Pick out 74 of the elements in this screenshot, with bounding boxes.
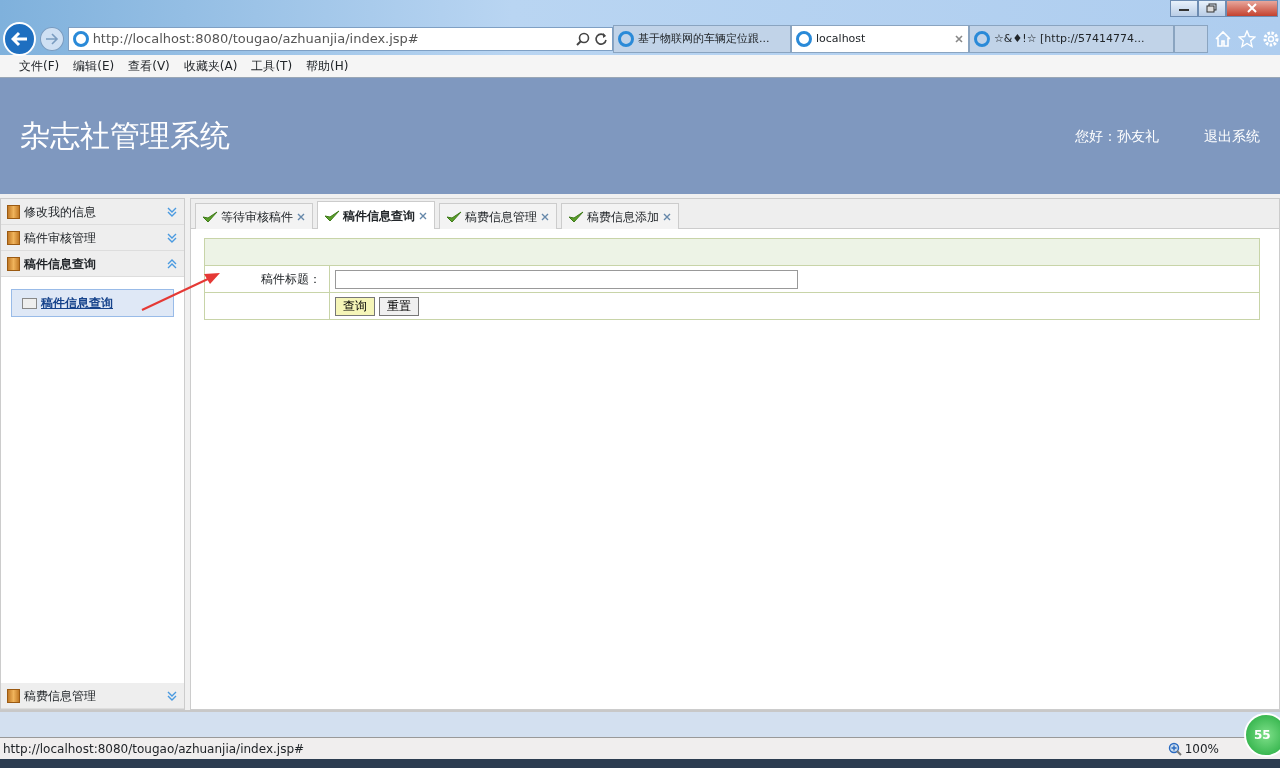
chevron-icon[interactable] (166, 231, 178, 244)
forward-button[interactable] (40, 27, 64, 51)
menu-item[interactable]: 文件(F) (12, 57, 67, 75)
search-icon[interactable] (576, 32, 590, 46)
browser-tab[interactable]: 基于物联网的车辆定位跟... (613, 25, 791, 53)
close-icon[interactable] (954, 34, 964, 44)
new-tab-button[interactable] (1174, 25, 1208, 53)
menu-item[interactable]: 查看(V) (121, 57, 177, 75)
check-icon (202, 210, 218, 223)
status-url: http://localhost:8080/tougao/azhuanjia/index.jsp# (3, 740, 306, 758)
title-input[interactable] (335, 269, 798, 289)
book-icon (7, 230, 20, 245)
greeting-text: 您好：孙友礼 (1075, 126, 1159, 146)
book-icon (7, 204, 20, 219)
refresh-icon[interactable] (594, 32, 608, 46)
section-title: 稿件信息查询 (24, 255, 96, 273)
back-button[interactable] (3, 22, 37, 56)
browser-tab[interactable]: ☆&♦!☆ [http://57414774... (969, 25, 1174, 53)
section-title: 稿件审核管理 (24, 229, 96, 247)
minimize-button[interactable] (1170, 0, 1198, 17)
address-bar[interactable]: http://localhost:8080/tougao/azhuanjia/index.jsp# (67, 27, 613, 51)
browser-logo-icon (618, 31, 634, 47)
tab-label: 稿费信息管理 (465, 208, 537, 226)
reset-button[interactable]: 重置 (379, 296, 419, 316)
tab-title: localhost (816, 30, 867, 47)
sidebar-header[interactable]: 稿件信息查询 (1, 251, 184, 277)
star-icon[interactable] (1238, 30, 1256, 48)
tab-label: 等待审核稿件 (221, 208, 293, 226)
close-icon[interactable] (540, 211, 550, 222)
close-button[interactable] (1226, 0, 1278, 17)
browser-logo-icon (72, 31, 89, 47)
sidebar-header[interactable]: 稿费信息管理 (1, 683, 184, 709)
book-icon (7, 688, 20, 703)
section-title: 稿费信息管理 (24, 687, 96, 705)
menu-item[interactable]: 帮助(H) (299, 57, 356, 75)
left-arrow-icon (10, 31, 29, 47)
chevron-icon[interactable] (166, 205, 178, 218)
tab-title: 基于物联网的车辆定位跟... (638, 30, 771, 47)
check-icon (446, 210, 462, 223)
chevron-icon[interactable] (166, 689, 178, 702)
app-title: 杂志社管理系统 (20, 118, 230, 154)
page-tab[interactable]: 稿费信息管理 (439, 203, 557, 229)
book-icon (7, 256, 20, 271)
close-icon[interactable] (418, 210, 428, 221)
section-title: 修改我的信息 (24, 203, 96, 221)
tab-label: 稿费信息添加 (587, 208, 659, 226)
menu-item[interactable]: 编辑(E) (66, 57, 122, 75)
page-tab[interactable]: 稿费信息添加 (561, 203, 679, 229)
check-icon (568, 210, 584, 223)
check-icon (324, 209, 340, 222)
right-arrow-icon (44, 33, 59, 45)
close-icon[interactable] (662, 211, 672, 222)
chevron-icon[interactable] (166, 257, 178, 270)
page-tab[interactable]: 等待审核稿件 (195, 203, 313, 229)
browser-tab[interactable]: localhost (791, 25, 969, 53)
contact-card-icon (22, 297, 37, 309)
address-text: http://localhost:8080/tougao/azhuanjia/index.jsp# (92, 30, 420, 49)
menu-item[interactable]: 工具(T) (244, 57, 300, 75)
menu-item[interactable]: 收藏夹(A) (176, 57, 245, 75)
query-button[interactable]: 查询 (335, 296, 375, 316)
field-label: 稿件标题： (261, 272, 321, 286)
zoom-icon[interactable] (1167, 741, 1182, 756)
tab-label: 稿件信息查询 (343, 207, 415, 225)
page-tab[interactable]: 稿件信息查询 (317, 201, 435, 229)
restore-icon (1206, 3, 1218, 13)
browser-logo-icon (796, 31, 812, 47)
sidebar-header[interactable]: 修改我的信息 (1, 199, 184, 225)
sidebar-header[interactable]: 稿件审核管理 (1, 225, 184, 251)
tab-title: ☆&♦!☆ [http://57414774... (994, 30, 1146, 47)
zoom-level[interactable]: 100% (1184, 739, 1219, 758)
maximize-button[interactable] (1198, 0, 1226, 17)
browser-logo-icon (974, 31, 990, 47)
close-icon (1246, 3, 1258, 13)
close-icon[interactable] (296, 211, 306, 222)
